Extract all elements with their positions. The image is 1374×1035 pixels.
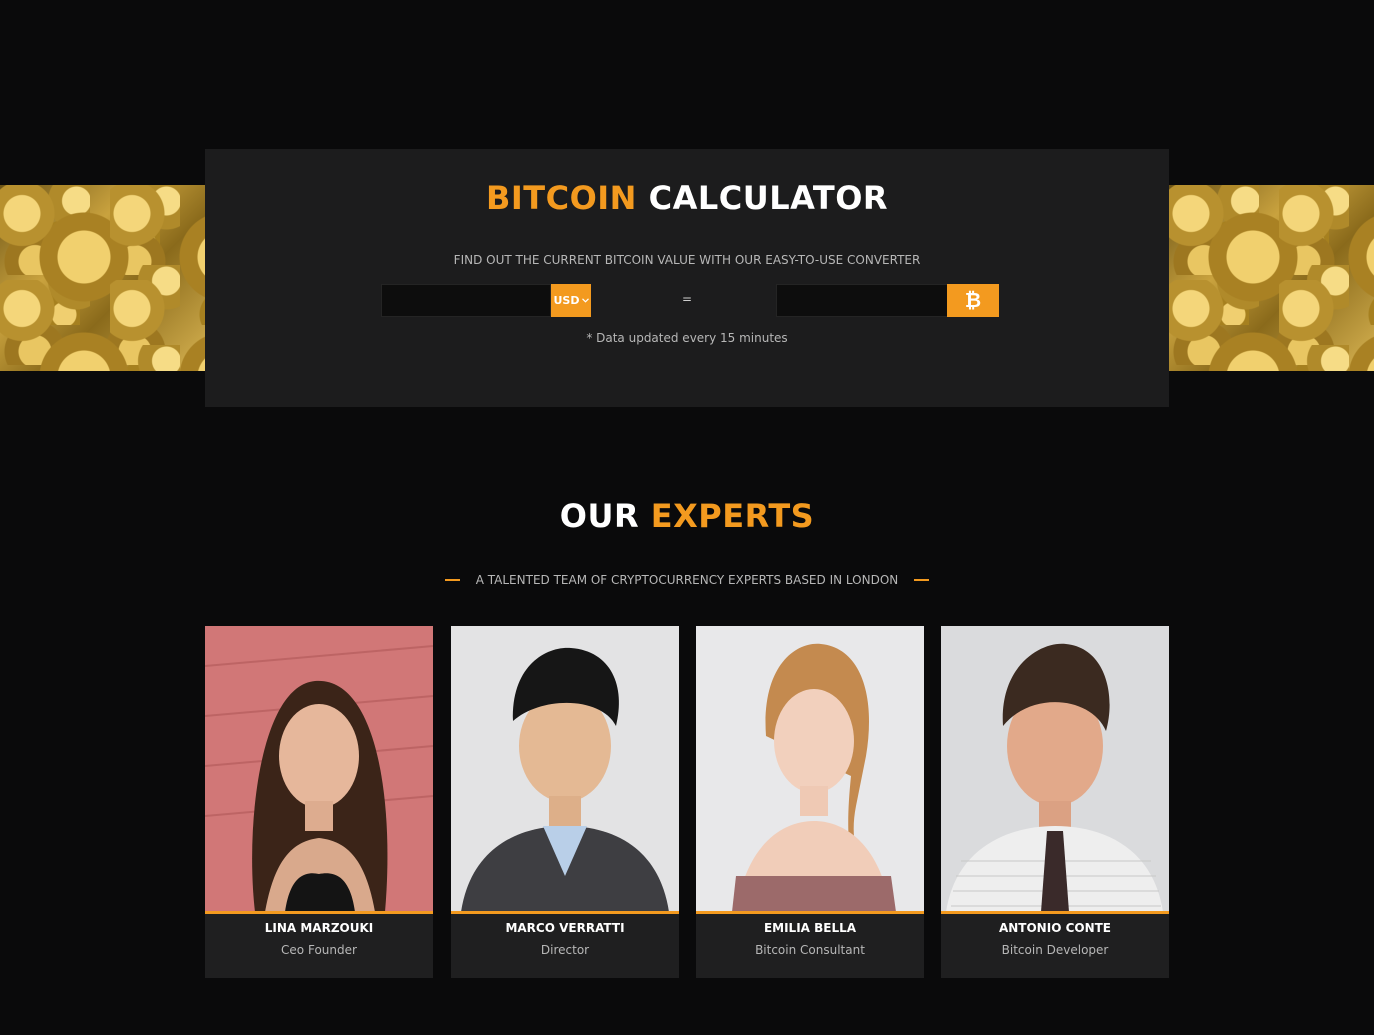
experts-subtitle: A TALENTED TEAM OF CRYPTOCURRENCY EXPERT… <box>475 573 899 587</box>
coins-banner-right <box>1169 185 1374 371</box>
card-accent-line <box>205 911 433 914</box>
experts-title-rest: OUR <box>559 497 640 535</box>
expert-card[interactable]: LINA MARZOUKI Ceo Founder <box>205 626 433 978</box>
calculator-subtitle: FIND OUT THE CURRENT BITCOIN VALUE WITH … <box>453 253 921 267</box>
expert-name: LINA MARZOUKI <box>264 921 374 935</box>
card-accent-line <box>941 911 1169 914</box>
coins-banner-left <box>0 185 205 371</box>
equals-sign: = <box>681 292 693 306</box>
card-accent-line <box>696 911 924 914</box>
expert-card[interactable]: ANTONIO CONTE Bitcoin Developer <box>941 626 1169 978</box>
expert-photo <box>205 626 433 912</box>
currency-select[interactable]: USD <box>551 284 591 317</box>
expert-card[interactable]: MARCO VERRATTI Director <box>451 626 679 978</box>
expert-photo <box>696 626 924 912</box>
calculator-title-highlight: BITCOIN <box>485 179 637 217</box>
expert-photo <box>451 626 679 912</box>
expert-card[interactable]: EMILIA BELLA Bitcoin Consultant <box>696 626 924 978</box>
experts-subtitle-row: A TALENTED TEAM OF CRYPTOCURRENCY EXPERT… <box>0 573 1374 587</box>
bitcoin-calculator-panel: BITCOIN CALCULATOR FIND OUT THE CURRENT … <box>205 149 1169 407</box>
calculator-note: * Data updated every 15 minutes <box>586 331 788 345</box>
calculator-title: BITCOIN CALCULATOR <box>205 179 1169 217</box>
expert-role: Bitcoin Developer <box>1001 943 1109 957</box>
expert-name: ANTONIO CONTE <box>998 921 1112 935</box>
subtitle-dash-left <box>444 579 460 581</box>
expert-role: Director <box>540 943 590 957</box>
experts-title: OUR EXPERTS <box>0 497 1374 535</box>
btc-amount-input[interactable] <box>776 284 948 317</box>
expert-name: EMILIA BELLA <box>763 921 857 935</box>
bitcoin-button[interactable]: ₿ <box>947 284 999 317</box>
expert-role: Bitcoin Consultant <box>755 943 865 957</box>
fiat-amount-input[interactable] <box>381 284 551 317</box>
subtitle-dash-right <box>914 579 930 581</box>
experts-title-highlight: EXPERTS <box>650 497 815 535</box>
expert-name: MARCO VERRATTI <box>505 921 625 935</box>
bitcoin-icon: ₿ <box>964 288 982 312</box>
expert-role: Ceo Founder <box>281 943 357 957</box>
card-accent-line <box>451 911 679 914</box>
currency-select-value: USD <box>553 294 580 307</box>
calculator-title-rest: CALCULATOR <box>648 179 889 217</box>
chevron-down-icon <box>581 298 589 303</box>
expert-photo <box>941 626 1169 912</box>
